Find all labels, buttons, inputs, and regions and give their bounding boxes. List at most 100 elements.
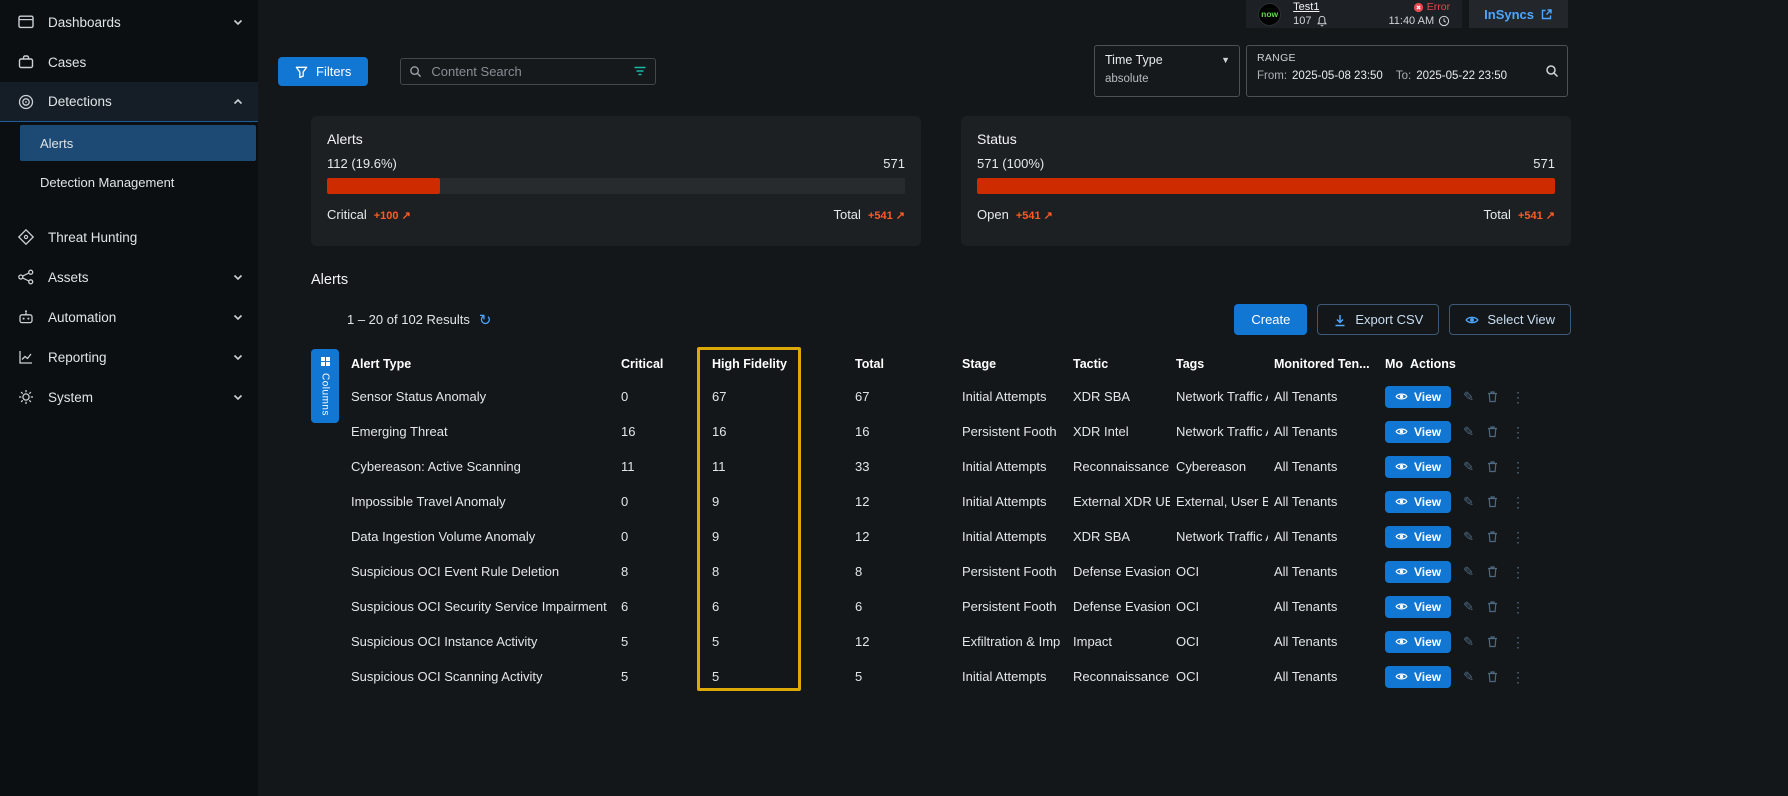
col-header-tactic[interactable]: Tactic xyxy=(1067,357,1170,371)
table-row[interactable]: Suspicious OCI Event Rule Deletion 8 8 8… xyxy=(345,554,1571,589)
edit-icon[interactable]: ✎ xyxy=(1463,635,1474,648)
chevron-down-icon[interactable] xyxy=(232,271,244,283)
delete-icon[interactable] xyxy=(1486,565,1499,578)
cell-high-fidelity: 5 xyxy=(706,634,849,649)
content-search[interactable] xyxy=(400,58,656,85)
view-button[interactable]: View xyxy=(1385,596,1451,618)
delete-icon[interactable] xyxy=(1486,390,1499,403)
user-widget[interactable]: now Test1 107 Error xyxy=(1246,0,1462,28)
view-button[interactable]: View xyxy=(1385,666,1451,688)
bell-icon xyxy=(1316,15,1328,27)
chevron-down-icon[interactable] xyxy=(232,16,244,28)
view-button[interactable]: View xyxy=(1385,631,1451,653)
delete-icon[interactable] xyxy=(1486,635,1499,648)
col-header-tags[interactable]: Tags xyxy=(1170,357,1268,371)
insyncs-link[interactable]: InSyncs xyxy=(1469,0,1568,28)
notification-count[interactable]: 107 xyxy=(1293,15,1327,27)
more-icon[interactable]: ⋮ xyxy=(1511,495,1525,509)
cell-alert-type: Cybereason: Active Scanning xyxy=(345,459,615,474)
delete-icon[interactable] xyxy=(1486,530,1499,543)
delete-icon[interactable] xyxy=(1486,460,1499,473)
edit-icon[interactable]: ✎ xyxy=(1463,565,1474,578)
edit-icon[interactable]: ✎ xyxy=(1463,425,1474,438)
sidebar-item-threat-hunting[interactable]: Threat Hunting xyxy=(0,217,258,257)
delete-icon[interactable] xyxy=(1486,670,1499,683)
sidebar-item-alerts[interactable]: Alerts xyxy=(20,125,256,161)
to-value[interactable]: 2025-05-22 23:50 xyxy=(1416,70,1507,82)
view-button[interactable]: View xyxy=(1385,491,1451,513)
edit-icon[interactable]: ✎ xyxy=(1463,600,1474,613)
eye-icon xyxy=(1395,530,1408,543)
edit-icon[interactable]: ✎ xyxy=(1463,530,1474,543)
sidebar-item-assets[interactable]: Assets xyxy=(0,257,258,297)
export-csv-button[interactable]: Export CSV xyxy=(1317,304,1439,335)
delete-icon[interactable] xyxy=(1486,600,1499,613)
col-header-alert-type[interactable]: Alert Type xyxy=(345,357,615,371)
sidebar-item-automation[interactable]: Automation xyxy=(0,297,258,337)
more-icon[interactable]: ⋮ xyxy=(1511,600,1525,614)
sidebar-item-detection-management[interactable]: Detection Management xyxy=(20,164,256,200)
more-icon[interactable]: ⋮ xyxy=(1511,670,1525,684)
create-button[interactable]: Create xyxy=(1234,304,1307,335)
search-icon xyxy=(409,65,422,78)
view-button[interactable]: View xyxy=(1385,386,1451,408)
cell-monitored-tenants: All Tenants xyxy=(1268,529,1379,544)
col-header-monitored-tenants[interactable]: Monitored Ten... xyxy=(1268,357,1379,371)
cell-stage: Initial Attempts xyxy=(956,459,1067,474)
table-row[interactable]: Impossible Travel Anomaly 0 9 12 Initial… xyxy=(345,484,1571,519)
chevron-down-icon[interactable] xyxy=(232,351,244,363)
more-icon[interactable]: ⋮ xyxy=(1511,425,1525,439)
cell-tactic: Defense Evasion xyxy=(1067,599,1170,614)
view-button[interactable]: View xyxy=(1385,526,1451,548)
table-row[interactable]: Cybereason: Active Scanning 11 11 33 Ini… xyxy=(345,449,1571,484)
col-header-critical[interactable]: Critical xyxy=(615,357,706,371)
time-type-select[interactable]: Time Type absolute ▼ xyxy=(1094,45,1240,97)
download-icon xyxy=(1333,313,1347,327)
more-icon[interactable]: ⋮ xyxy=(1511,390,1525,404)
table-row[interactable]: Suspicious OCI Scanning Activity 5 5 5 I… xyxy=(345,659,1571,694)
table-row[interactable]: Suspicious OCI Security Service Impairme… xyxy=(345,589,1571,624)
filters-button[interactable]: Filters xyxy=(278,57,368,86)
account-name[interactable]: Test1 xyxy=(1293,1,1327,13)
more-icon[interactable]: ⋮ xyxy=(1511,565,1525,579)
filter-lines-icon[interactable] xyxy=(633,64,647,78)
card-left-value: 571 (100%) xyxy=(977,156,1044,171)
chevron-down-icon[interactable] xyxy=(232,311,244,323)
chevron-up-icon[interactable] xyxy=(232,96,244,108)
edit-icon[interactable]: ✎ xyxy=(1463,460,1474,473)
columns-button[interactable]: Columns xyxy=(311,349,339,423)
table-row[interactable]: Data Ingestion Volume Anomaly 0 9 12 Ini… xyxy=(345,519,1571,554)
from-value[interactable]: 2025-05-08 23:50 xyxy=(1292,70,1383,82)
view-button[interactable]: View xyxy=(1385,456,1451,478)
search-input[interactable] xyxy=(429,63,626,80)
card-footer-left: Open+541 ↗ xyxy=(977,207,1053,222)
range-search-button[interactable] xyxy=(1537,46,1567,96)
table-row[interactable]: Emerging Threat 16 16 16 Persistent Foot… xyxy=(345,414,1571,449)
col-header-total[interactable]: Total xyxy=(849,357,956,371)
sidebar-item-reporting[interactable]: Reporting xyxy=(0,337,258,377)
col-header-stage[interactable]: Stage xyxy=(956,357,1067,371)
col-header-mo[interactable]: Mo xyxy=(1379,357,1404,371)
sidebar-item-detections[interactable]: Detections xyxy=(0,82,258,122)
edit-icon[interactable]: ✎ xyxy=(1463,495,1474,508)
sidebar-item-cases[interactable]: Cases xyxy=(0,42,258,82)
col-header-high-fidelity[interactable]: High Fidelity xyxy=(706,357,849,371)
eye-icon xyxy=(1395,390,1408,403)
view-button[interactable]: View xyxy=(1385,561,1451,583)
sidebar-item-system[interactable]: System xyxy=(0,377,258,417)
more-icon[interactable]: ⋮ xyxy=(1511,530,1525,544)
more-icon[interactable]: ⋮ xyxy=(1511,635,1525,649)
delete-icon[interactable] xyxy=(1486,425,1499,438)
edit-icon[interactable]: ✎ xyxy=(1463,390,1474,403)
sidebar-item-dashboards[interactable]: Dashboards xyxy=(0,2,258,42)
refresh-icon[interactable]: ↻ xyxy=(479,311,492,329)
select-view-button[interactable]: Select View xyxy=(1449,304,1571,335)
chevron-down-icon[interactable] xyxy=(232,391,244,403)
view-button[interactable]: View xyxy=(1385,421,1451,443)
more-icon[interactable]: ⋮ xyxy=(1511,460,1525,474)
time-range[interactable]: RANGE From: 2025-05-08 23:50 To: 2025-05… xyxy=(1246,45,1568,97)
table-row[interactable]: Suspicious OCI Instance Activity 5 5 12 … xyxy=(345,624,1571,659)
delete-icon[interactable] xyxy=(1486,495,1499,508)
table-row[interactable]: Sensor Status Anomaly 0 67 67 Initial At… xyxy=(345,379,1571,414)
edit-icon[interactable]: ✎ xyxy=(1463,670,1474,683)
